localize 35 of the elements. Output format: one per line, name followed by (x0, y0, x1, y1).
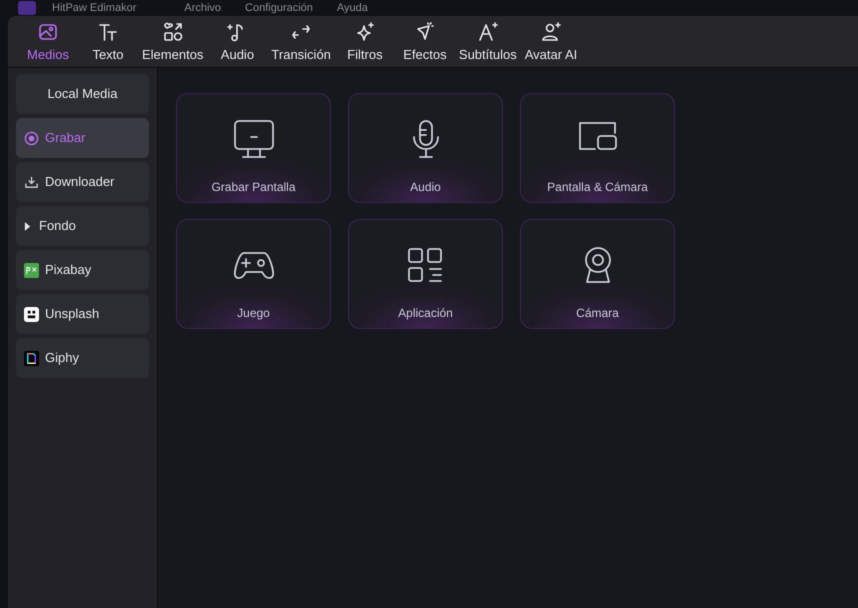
toolbar-tab[interactable]: Audio (209, 18, 266, 64)
record-option-card[interactable]: Juego (176, 219, 331, 329)
menu-item[interactable]: Archivo (184, 0, 222, 16)
toolbar-tab[interactable]: Filtros (336, 18, 393, 64)
sidebar-item[interactable]: Unsplash (16, 294, 149, 334)
shapes-icon (162, 20, 184, 43)
sidebar-item[interactable]: Giphy (16, 338, 149, 378)
toolbar-tab[interactable]: Elementos (140, 18, 206, 64)
record-option-card[interactable]: Cámara (520, 219, 675, 329)
record-option-card[interactable]: Pantalla & Cámara (520, 93, 675, 203)
letter-icon (476, 20, 499, 43)
giphy-logo-icon (24, 350, 39, 366)
toolbar-tab[interactable]: Transición (269, 18, 333, 64)
toolbar-tab[interactable]: Texto (80, 18, 136, 64)
toolbar-tab[interactable]: Subtítulos (456, 18, 519, 64)
sidebar-item[interactable]: Local Media (16, 74, 149, 114)
menu-item[interactable]: Ayuda (336, 0, 368, 16)
toolbar-tab[interactable]: Efectos (396, 18, 453, 64)
menu-item[interactable]: Configuración (245, 0, 313, 16)
toolbar-tab[interactable]: Medios (20, 18, 76, 64)
record-option-card[interactable]: Aplicación (348, 219, 503, 329)
sidebar-item[interactable]: Pixabay (16, 250, 149, 290)
record-option-card[interactable]: Grabar Pantalla (176, 93, 331, 203)
unsplash-logo-icon (24, 306, 39, 322)
toolbar-tab[interactable]: Avatar AI (522, 18, 580, 64)
sidebar-item[interactable]: Fondo (16, 206, 149, 246)
record-icon (24, 130, 39, 146)
sidebar-item[interactable]: Downloader (16, 162, 149, 202)
person-icon (540, 20, 562, 43)
pixabay-logo-icon (24, 262, 39, 278)
download-icon (24, 174, 39, 190)
caret-icon (24, 222, 31, 230)
app-logo-icon (18, 1, 36, 15)
record-option-card[interactable]: Audio (348, 93, 503, 203)
app-title: HitPaw Edimakor (52, 1, 136, 16)
